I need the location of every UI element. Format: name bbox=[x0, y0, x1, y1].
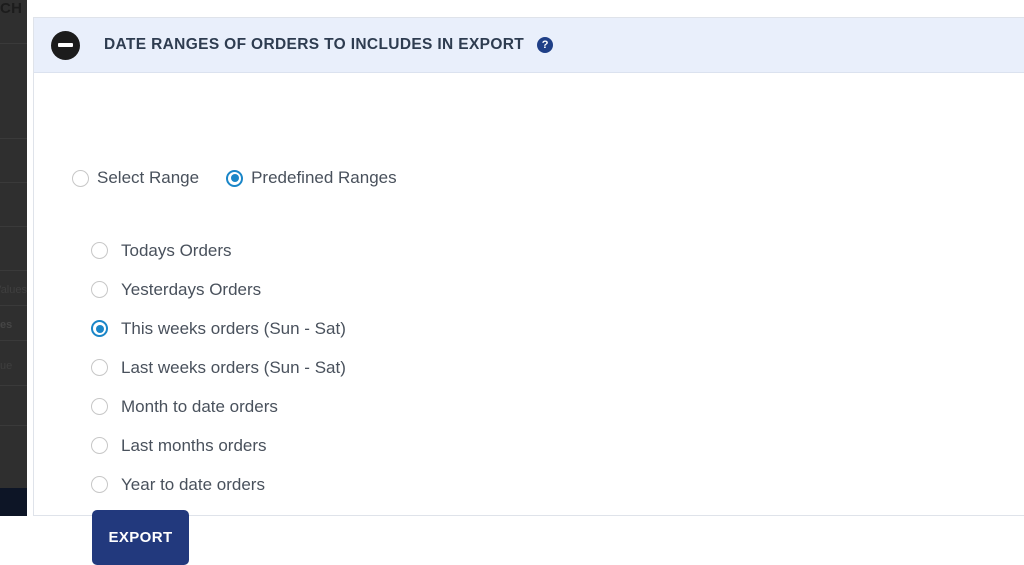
date-ranges-panel: DATE RANGES OF ORDERS TO INCLUDES IN EXP… bbox=[33, 17, 1024, 565]
sidebar-divider bbox=[0, 305, 27, 306]
radio-select-range-control[interactable] bbox=[72, 169, 89, 187]
option-last-weeks-orders-label: Last weeks orders (Sun - Sat) bbox=[121, 357, 346, 377]
option-year-to-date-orders[interactable]: Year to date orders bbox=[91, 465, 346, 504]
option-yesterdays-orders-label: Yesterdays Orders bbox=[121, 279, 262, 299]
option-last-weeks-orders[interactable]: Last weeks orders (Sun - Sat) bbox=[91, 348, 346, 387]
question-mark-icon[interactable]: ? bbox=[537, 37, 554, 53]
panel-header: DATE RANGES OF ORDERS TO INCLUDES IN EXP… bbox=[34, 18, 1024, 73]
sidebar-divider bbox=[0, 340, 27, 341]
radio-predefined-ranges[interactable]: Predefined Ranges bbox=[226, 168, 397, 188]
sidebar-divider bbox=[0, 138, 27, 139]
radio-predefined-ranges-control[interactable] bbox=[226, 169, 244, 187]
sidebar-footer bbox=[0, 488, 27, 516]
option-month-to-date-orders-control[interactable] bbox=[91, 398, 108, 415]
option-month-to-date-orders-label: Month to date orders bbox=[121, 396, 278, 416]
option-todays-orders-label: Todays Orders bbox=[121, 240, 232, 260]
option-this-weeks-orders-control[interactable] bbox=[91, 320, 108, 337]
option-todays-orders[interactable]: Todays Orders bbox=[91, 231, 346, 270]
option-this-weeks-orders-label: This weeks orders (Sun - Sat) bbox=[121, 318, 346, 338]
option-this-weeks-orders[interactable]: This weeks orders (Sun - Sat) bbox=[91, 309, 346, 348]
radio-predefined-ranges-label: Predefined Ranges bbox=[251, 168, 397, 187]
sidebar-divider bbox=[0, 385, 27, 386]
option-month-to-date-orders[interactable]: Month to date orders bbox=[91, 387, 346, 426]
page-title: DATE RANGES OF ORDERS TO INCLUDES IN EXP… bbox=[104, 36, 525, 53]
sidebar-divider bbox=[0, 43, 27, 44]
sidebar-item-ue[interactable]: ue bbox=[0, 358, 27, 374]
range-mode-group: Select Range Predefined Ranges bbox=[72, 168, 397, 188]
option-yesterdays-orders[interactable]: Yesterdays Orders bbox=[91, 270, 346, 309]
option-last-months-orders-label: Last months orders bbox=[121, 435, 267, 455]
left-sidebar: CH Values... es ue bbox=[0, 0, 27, 516]
minus-circle-icon[interactable] bbox=[51, 30, 80, 60]
sidebar-item-values[interactable]: Values... bbox=[0, 282, 27, 298]
sidebar-divider bbox=[0, 270, 27, 271]
sidebar-item-es[interactable]: es bbox=[0, 317, 27, 333]
option-yesterdays-orders-control[interactable] bbox=[91, 281, 108, 298]
option-last-weeks-orders-control[interactable] bbox=[91, 359, 108, 376]
option-year-to-date-orders-control[interactable] bbox=[91, 476, 108, 493]
radio-select-range[interactable]: Select Range bbox=[72, 168, 199, 188]
predefined-ranges-group: Todays Orders Yesterdays Orders This wee… bbox=[91, 231, 346, 504]
option-year-to-date-orders-label: Year to date orders bbox=[121, 474, 265, 494]
option-last-months-orders[interactable]: Last months orders bbox=[91, 426, 346, 465]
export-button[interactable]: EXPORT bbox=[92, 510, 189, 565]
radio-select-range-label: Select Range bbox=[97, 168, 200, 187]
sidebar-divider bbox=[0, 226, 27, 227]
minus-bar bbox=[58, 43, 73, 47]
sidebar-divider bbox=[0, 182, 27, 183]
option-todays-orders-control[interactable] bbox=[91, 242, 108, 259]
option-last-months-orders-control[interactable] bbox=[91, 437, 108, 454]
sidebar-divider bbox=[0, 425, 27, 426]
sidebar-top-label: CH bbox=[0, 0, 23, 17]
